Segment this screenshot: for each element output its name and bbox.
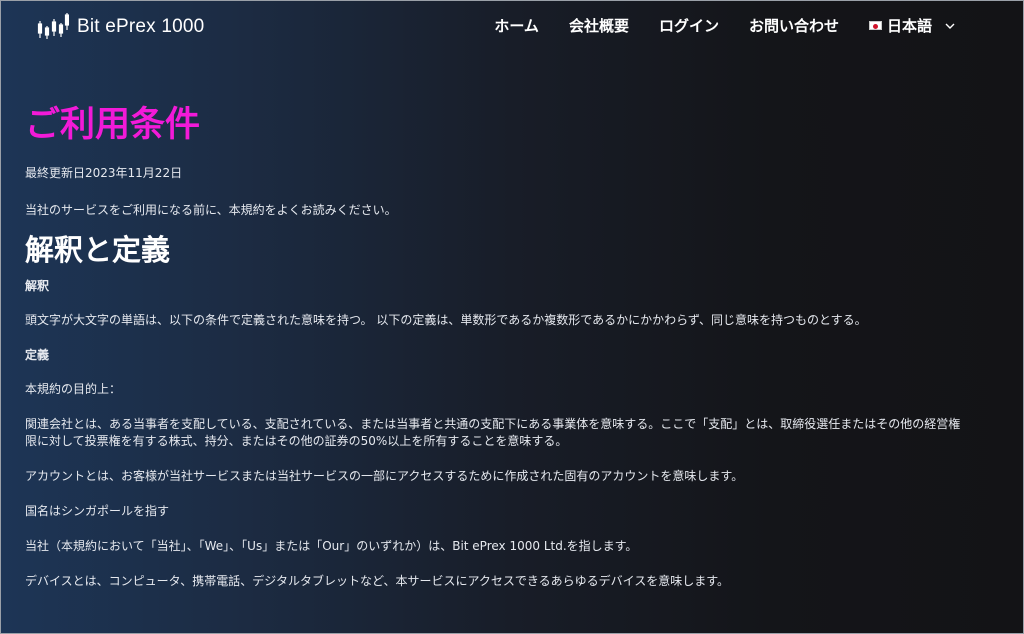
browser-frame: Bit ePrex 1000 ホーム 会社概要 ログイン お問い合わせ 日本語 …	[0, 0, 1024, 634]
interpretation-heading: 解釈	[25, 279, 50, 293]
main-navigation: ホーム 会社概要 ログイン お問い合わせ 日本語	[494, 15, 957, 36]
brand-name: Bit ePrex 1000	[77, 16, 205, 37]
definition-affiliate-line1: 関連会社とは、ある当事者を支配している、支配されている、または当事者と共通の支配…	[25, 417, 961, 431]
nav-home[interactable]: ホーム	[494, 15, 539, 36]
page-title: ご利用条件	[25, 105, 201, 145]
definitions-heading: 定義	[25, 348, 50, 362]
nav-contact[interactable]: お問い合わせ	[749, 15, 839, 36]
japan-flag-icon	[868, 21, 882, 30]
language-label: 日本語	[886, 17, 932, 35]
chevron-down-icon	[945, 23, 955, 29]
header-bar: Bit ePrex 1000 ホーム 会社概要 ログイン お問い合わせ 日本語	[1, 1, 1023, 53]
brand-logo[interactable]: Bit ePrex 1000	[37, 11, 204, 43]
last-updated: 最終更新日2023年11月22日	[25, 166, 183, 180]
definition-country: 国名はシンガポールを指す	[25, 504, 170, 518]
definition-affiliate-line2: 限に対して投票権を有する株式、持分、またはその他の証券の50%以上を所有すること…	[25, 434, 568, 448]
definition-affiliate: 関連会社とは、ある当事者を支配している、支配されている、または当事者と共通の支配…	[25, 416, 1005, 450]
nav-about[interactable]: 会社概要	[569, 15, 629, 36]
definition-device: デバイスとは、コンピュータ、携帯電話、デジタルタブレットなど、本サービスにアクセ…	[25, 574, 730, 588]
candlestick-chart-icon	[37, 13, 69, 39]
language-selector[interactable]: 日本語	[868, 15, 957, 36]
definition-company: 当社（本規約において「当社」、「We」、「Us」または「Our」のいずれか）は、…	[25, 539, 638, 553]
nav-login[interactable]: ログイン	[659, 15, 719, 36]
intro-text: 当社のサービスをご利用になる前に、本規約をよくお読みください。	[25, 203, 397, 217]
section-heading: 解釈と定義	[25, 233, 171, 267]
interpretation-text: 頭文字が大文字の単語は、以下の条件で定義された意味を持つ。 以下の定義は、単数形…	[25, 313, 867, 327]
terms-content: ご利用条件 最終更新日2023年11月22日 当社のサービスをご利用になる前に、…	[25, 101, 1005, 590]
definitions-lead: 本規約の目的上：	[25, 382, 122, 396]
definition-account: アカウントとは、お客様が当社サービスまたは当社サービスの一部にアクセスするために…	[25, 469, 744, 483]
